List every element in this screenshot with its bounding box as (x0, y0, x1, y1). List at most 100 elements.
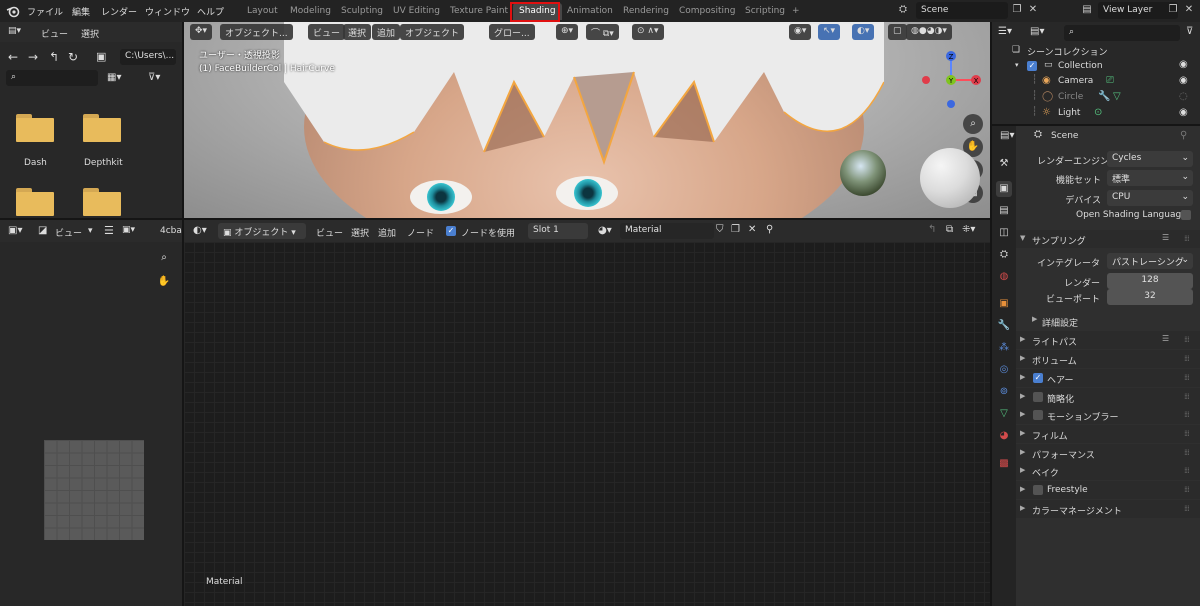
snap-node-icon[interactable]: ⧉ (946, 224, 953, 235)
outliner-search-input[interactable]: ⌕ (1064, 25, 1180, 41)
hair-enable-checkbox[interactable]: ✓ (1033, 373, 1043, 383)
tab-rendering[interactable]: Rendering (617, 3, 675, 20)
texture-tab-icon[interactable]: ▩ (996, 456, 1012, 472)
osl-checkbox[interactable] (1181, 210, 1191, 220)
shading-mode-icons[interactable]: ◍●◕◑▾ (906, 24, 952, 40)
node-editor-type-icon[interactable]: ◐▾ (193, 225, 207, 236)
viewport-mode-dropdown[interactable]: オブジェクト... (220, 24, 293, 40)
expand-chevron-icon[interactable]: ▶ (1032, 315, 1037, 323)
eye-closed-icon[interactable]: ◌ (1179, 91, 1188, 102)
performance-section[interactable]: ▶ パフォーマンス ⁞⁞⁞ (1016, 444, 1200, 462)
display-mode-icon[interactable]: ▦▾ (107, 72, 121, 83)
data-tab-icon[interactable]: ▽ (996, 406, 1012, 422)
volumes-section[interactable]: ▶ ボリューム ⁞⁞⁞ (1016, 350, 1200, 368)
unlink-material-icon[interactable]: ✕ (748, 224, 756, 235)
file-menu-select[interactable]: 選択 (81, 27, 99, 40)
zoom-icon[interactable]: ⌕ (963, 114, 983, 134)
freestyle-checkbox[interactable] (1033, 485, 1043, 495)
proportional-edit-icon[interactable]: ⊙ ∧▾ (632, 24, 664, 40)
delete-view-layer-icon[interactable]: ✕ (1182, 4, 1196, 18)
outliner-item-circle[interactable]: Circle (1058, 92, 1083, 102)
refresh-icon[interactable]: ↻ (68, 50, 78, 64)
folder-label[interactable]: Dash (24, 158, 47, 168)
3d-viewport[interactable]: ユーザー・透視投影 (1) FaceBuilderCol | HairCurve… (184, 22, 990, 219)
tab-texture-paint[interactable]: Texture Paint (444, 3, 514, 20)
new-view-layer-icon[interactable]: ❐ (1166, 4, 1180, 18)
image-editor-type-icon[interactable]: ▣▾ (8, 225, 22, 236)
image-mode-icon[interactable]: ◪ (38, 225, 47, 236)
image-menu-view[interactable]: ビュー (55, 226, 82, 239)
slot-dropdown[interactable]: Slot 1 (528, 223, 588, 239)
advanced-subpanel[interactable]: 詳細設定 (1042, 316, 1078, 329)
orientation-dropdown[interactable]: グロー... (489, 24, 535, 40)
view-layer-icon[interactable]: ▤ (1080, 4, 1094, 18)
sampling-section-header[interactable]: ▼ サンプリング ☰ ⁞⁞⁞ (1016, 230, 1200, 248)
image-menu-chevron-icon[interactable]: ▾ (88, 226, 93, 236)
menu-edit[interactable]: 編集 (72, 5, 90, 18)
path-field[interactable]: C:\Users\... (120, 49, 176, 65)
tab-modeling[interactable]: Modeling (284, 3, 337, 20)
particles-tab-icon[interactable]: ⁂ (996, 340, 1012, 356)
snap-settings-icon[interactable]: ⁜▾ (962, 224, 975, 235)
navigation-gizmo[interactable]: Z X Y (914, 50, 984, 112)
scene-icon[interactable]: ⛭ (896, 4, 910, 18)
outliner-item-camera[interactable]: Camera (1058, 76, 1093, 86)
drag-grip-icon[interactable]: ⁞⁞⁞ (1184, 234, 1190, 243)
folder-icon[interactable] (83, 114, 121, 142)
drag-grip-icon[interactable]: ⁞⁞⁞ (1184, 466, 1190, 475)
parent-node-tree-icon[interactable]: ↰ (928, 224, 936, 235)
preset-list-icon[interactable]: ☰ (1162, 334, 1169, 343)
world-tab-icon[interactable]: ◍ (996, 269, 1012, 285)
image-editor-canvas[interactable] (0, 242, 182, 606)
menu-render[interactable]: レンダー (101, 5, 137, 18)
material-tab-icon[interactable]: ◕ (996, 428, 1012, 444)
output-tab-icon[interactable]: ▤ (996, 203, 1012, 219)
area-divider[interactable] (0, 218, 990, 220)
color-management-section[interactable]: ▶ カラーマネージメント ⁞⁞⁞ (1016, 500, 1200, 518)
scene-selector[interactable]: Scene (916, 2, 1008, 19)
motion-blur-section[interactable]: ▶ モーションブラー ⁞⁞⁞ (1016, 406, 1200, 424)
fake-user-shield-icon[interactable]: ⛉ (716, 224, 724, 235)
device-dropdown[interactable]: CPU ⌄ (1107, 190, 1193, 206)
tab-animation[interactable]: Animation (561, 3, 619, 20)
file-menu-view[interactable]: ビュー (41, 27, 68, 40)
outliner-scene-collection[interactable]: シーンコレクション (1027, 45, 1108, 58)
tool-tab-icon[interactable]: ⚒ (996, 156, 1012, 172)
use-nodes-checkbox[interactable]: ✓ (446, 226, 456, 236)
filter-icon[interactable]: ⊽ (1186, 26, 1193, 37)
bake-section[interactable]: ▶ ベイク ⁞⁞⁞ (1016, 462, 1200, 480)
material-name-field[interactable]: Material (620, 223, 714, 239)
eye-icon[interactable]: ◉ (1179, 75, 1188, 86)
node-menu-add[interactable]: 追加 (378, 226, 396, 239)
blender-logo-icon[interactable] (6, 4, 20, 18)
tab-sculpting[interactable]: Sculpting (335, 3, 389, 20)
menu-window[interactable]: ウィンドウ (145, 5, 190, 18)
hair-section[interactable]: ▶ ✓ ヘアー ⁞⁞⁞ (1016, 369, 1200, 387)
visibility-icon[interactable]: ◉▾ (789, 24, 812, 40)
new-folder-icon[interactable]: ▣ (96, 50, 106, 63)
drag-grip-icon[interactable]: ⁞⁞⁞ (1184, 504, 1190, 513)
outliner-item-collection[interactable]: Collection (1058, 61, 1103, 71)
zoom-icon[interactable]: ⌕ (154, 248, 174, 268)
overlay-toggle-icon[interactable]: ◐▾ (852, 24, 875, 40)
viewport-menu-select[interactable]: 選択 (343, 24, 372, 40)
outliner-item-light[interactable]: Light (1058, 108, 1080, 118)
pivot-icon[interactable]: ⊕▾ (556, 24, 579, 40)
drag-grip-icon[interactable]: ⁞⁞⁞ (1184, 335, 1190, 344)
snap-icon[interactable]: ⌒ ⧉▾ (586, 24, 619, 40)
forward-arrow-icon[interactable]: → (28, 50, 38, 64)
view-layer-tab-icon[interactable]: ◫ (996, 225, 1012, 241)
editor-type-icon[interactable]: ▤▾ (8, 26, 21, 36)
pan-hand-icon[interactable]: ✋ (154, 272, 174, 292)
tab-uv-editing[interactable]: UV Editing (387, 3, 446, 20)
expand-chevron-icon[interactable]: ▾ (1015, 61, 1019, 69)
display-mode-icon[interactable]: ▤▾ (1030, 26, 1044, 37)
pin-icon[interactable]: ⚲ (1180, 130, 1187, 141)
transform-tool-icon[interactable]: ✥▾ (190, 24, 213, 40)
add-workspace-button[interactable]: + (786, 3, 806, 20)
filter-icon[interactable]: ⊽▾ (148, 72, 160, 83)
modifier-tab-icon[interactable]: 🔧 (996, 318, 1012, 334)
viewport-menu-add[interactable]: 追加 (372, 24, 401, 40)
folder-icon[interactable] (16, 188, 54, 216)
browse-image-icon[interactable]: ▣▾ (122, 225, 135, 235)
